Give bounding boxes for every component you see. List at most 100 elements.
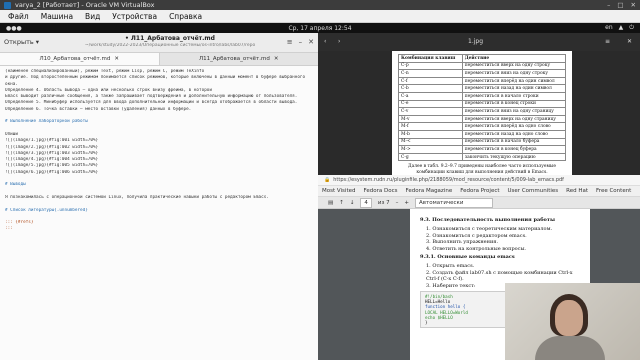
table-row: M-v переместиться вверх на одну страницу xyxy=(398,114,567,124)
list-item: 2. Создать файл lab07.sh с помощью комби… xyxy=(426,269,573,283)
menu-file[interactable]: Файл xyxy=(8,12,29,21)
document-title: • Л11_Арбатова_отчёт.md xyxy=(125,35,215,42)
webcam-person-shoulders xyxy=(535,336,605,360)
key-cell: C-g xyxy=(398,152,463,162)
zoom-in-icon[interactable]: + xyxy=(404,200,409,206)
url-text: https://esystem.rudn.ru/pluginfile.php/2… xyxy=(333,177,564,183)
text-editor-window: Открыть ▾ • Л11_Арбатова_отчёт.md ~/work… xyxy=(0,33,318,360)
tab-close-icon[interactable]: ✕ xyxy=(114,56,119,62)
editor-line: Я познакомилась с операционной системой … xyxy=(5,194,269,200)
bookmarks-toolbar: Most Visited Fedora Docs Fedora Magazine… xyxy=(318,186,640,197)
editor-text-area[interactable]: (наименее специализированный), режим Tex… xyxy=(0,66,318,360)
forward-icon[interactable]: › xyxy=(338,38,340,45)
image-title: 1.jpg xyxy=(468,38,484,45)
table-row: M-b переместиться назад на одно слово xyxy=(398,129,567,139)
subsection-heading: 9.3.1. Основные команды emacs xyxy=(420,254,515,261)
sidebar-toggle-icon[interactable]: ▤ xyxy=(328,200,333,206)
key-cell: M-f xyxy=(398,122,463,131)
table-row: C-v переместиться вниз на одну страницу xyxy=(398,107,567,116)
lock-icon: 🔒 xyxy=(324,177,331,183)
viewer-close-icon[interactable]: ✕ xyxy=(627,38,632,45)
table-row: C-e переместиться в конец строки xyxy=(398,99,567,109)
tab-l11-report[interactable]: Л11_Арбатова_отчёт.md ✕ xyxy=(160,53,319,65)
window-title: varya_2 [Работает] - Oracle VM VirtualBo… xyxy=(15,1,155,9)
tab-l10-report[interactable]: Л10_Арбатова_отчёт.md ✕ xyxy=(0,53,160,65)
bookmark-most-visited[interactable]: Most Visited xyxy=(322,188,355,194)
action-cell: переместиться назад на один символ xyxy=(461,84,567,93)
key-cell: C-b xyxy=(398,84,463,93)
next-page-icon[interactable]: ↓ xyxy=(350,200,355,206)
viewer-menu-icon[interactable]: ≡ xyxy=(605,38,610,45)
url-bar[interactable]: 🔒 https://esystem.rudn.ru/pluginfile.php… xyxy=(318,175,640,186)
zoom-select[interactable]: Автоматически xyxy=(415,197,494,208)
menu-view[interactable]: Вид xyxy=(85,12,100,21)
menu-help[interactable]: Справка xyxy=(169,12,202,21)
power-icon[interactable]: ⏻ xyxy=(629,24,634,32)
key-cell: M-v xyxy=(398,114,463,124)
image-caption: Далее в табл. 9.2–9.7 приведены наиболее… xyxy=(408,164,556,175)
action-cell: переместиться в начало строки xyxy=(461,91,567,101)
key-cell: C-v xyxy=(398,107,463,116)
language-indicator[interactable]: en xyxy=(605,24,613,32)
action-cell: переместиться вверх на одну строку xyxy=(461,61,567,71)
table-row: C-b переместиться назад на один символ xyxy=(398,84,567,93)
page-number-input[interactable]: 4 xyxy=(360,197,372,208)
gnome-top-bar: ●●● Ср, 17 апреля 12:54 en ▲ ⏻ xyxy=(0,23,640,33)
action-cell: закончить текущую операцию xyxy=(461,152,567,162)
bookmark-fedora-project[interactable]: Fedora Project xyxy=(460,188,499,194)
table-row: M-> переместиться в конец буфера xyxy=(398,145,567,154)
minimize-icon[interactable]: – xyxy=(607,1,610,9)
zoom-out-icon[interactable]: – xyxy=(396,200,399,206)
menu-icon[interactable]: ≡ xyxy=(287,38,293,46)
prev-page-icon[interactable]: ↑ xyxy=(339,200,344,206)
table-header: Действие xyxy=(461,54,567,63)
close-icon[interactable]: ✕ xyxy=(631,1,636,9)
editor-close-icon[interactable]: ✕ xyxy=(308,38,314,46)
key-bindings-table: Комбинация клавиш Действие C-p переместит… xyxy=(398,54,567,162)
virtualbox-icon xyxy=(4,1,11,9)
document-path: ~/work/study/2022-2023/Операционные сист… xyxy=(85,43,255,48)
menu-devices[interactable]: Устройства xyxy=(112,12,157,21)
action-cell: переместиться в начало буфера xyxy=(461,137,567,147)
code-block: #!/bin/bash HELL=Hello function hello { … xyxy=(420,291,510,329)
tab-label: Л10_Арбатова_отчёт.md xyxy=(39,56,111,62)
bookmark-fedora-docs[interactable]: Fedora Docs xyxy=(363,188,397,194)
editor-header-bar: Открыть ▾ • Л11_Арбатова_отчёт.md ~/work… xyxy=(0,33,318,53)
code-line: } xyxy=(425,320,428,326)
key-cell: M-> xyxy=(398,145,463,154)
key-cell: M-b xyxy=(398,129,463,139)
action-cell: переместиться вниз на одну страницу xyxy=(461,107,567,116)
open-button[interactable]: Открыть ▾ xyxy=(4,38,39,46)
action-cell: переместиться вперёд на одно слово xyxy=(461,122,567,131)
editor-tabs: Л10_Арбатова_отчёт.md ✕ Л11_Арбатова_отч… xyxy=(0,53,318,66)
back-icon[interactable]: ‹ xyxy=(324,38,326,45)
key-cell: C-a xyxy=(398,91,463,101)
key-cell: C-p xyxy=(398,61,463,71)
table-row: C-g закончить текущую операцию xyxy=(398,152,567,162)
bookmark-red-hat[interactable]: Red Hat xyxy=(566,188,588,194)
action-cell: переместиться назад на одно слово xyxy=(461,129,567,139)
action-cell: переместиться вниз на одну строку xyxy=(461,69,567,78)
network-icon[interactable]: ▲ xyxy=(619,24,624,32)
maximize-icon[interactable]: □ xyxy=(617,1,623,9)
key-cell: M-< xyxy=(398,137,463,147)
tab-close-icon[interactable]: ✕ xyxy=(274,56,279,62)
table-header: Комбинация клавиш xyxy=(398,54,463,63)
key-cell: C-n xyxy=(398,69,463,78)
editor-minimize-icon[interactable]: – xyxy=(299,38,303,46)
image-viewer-header: ‹ › 1.jpg ≡ ✕ xyxy=(318,33,640,51)
activities-icon[interactable]: ●●● xyxy=(6,25,22,32)
bookmark-fedora-magazine[interactable]: Fedora Magazine xyxy=(405,188,452,194)
action-cell: переместиться в конец буфера xyxy=(461,145,567,154)
table-row: C-a переместиться в начало строки xyxy=(398,91,567,101)
table-row: M-< переместиться в начало буфера xyxy=(398,137,567,147)
editor-line: Определение 5. Минибуфер используется дл… xyxy=(5,100,298,106)
virtualbox-title-bar: varya_2 [Работает] - Oracle VM VirtualBo… xyxy=(0,0,640,10)
clock[interactable]: Ср, 17 апреля 12:54 xyxy=(0,25,640,32)
page-total: из 7 xyxy=(377,199,390,206)
section-heading: 9.3. Последовательность выполнения работ… xyxy=(420,217,556,223)
menu-machine[interactable]: Машина xyxy=(41,12,73,21)
bookmark-free-content[interactable]: Free Content xyxy=(596,188,631,194)
bookmark-user-communities[interactable]: User Communities xyxy=(508,188,559,194)
table-row: C-f переместиться вперёд на один символ xyxy=(398,76,567,86)
